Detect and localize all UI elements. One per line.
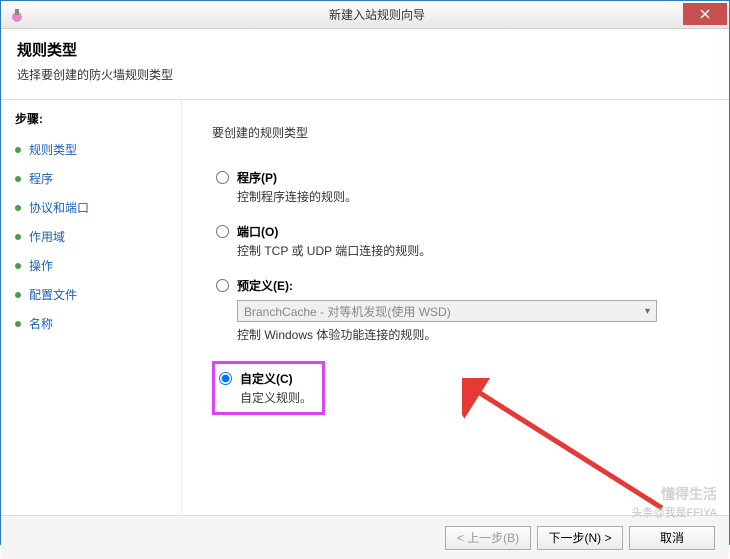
radio-program[interactable] xyxy=(216,171,229,184)
option-predefined: 预定义(E): BranchCache - 对等机发现(使用 WSD) ▾ 控制… xyxy=(216,277,699,343)
bullet-icon xyxy=(15,321,21,327)
step-rule-type[interactable]: 规则类型 xyxy=(1,135,181,164)
next-button[interactable]: 下一步(N) > xyxy=(537,526,623,550)
step-scope[interactable]: 作用域 xyxy=(1,222,181,251)
step-name[interactable]: 名称 xyxy=(1,309,181,338)
desc-program: 控制程序连接的规则。 xyxy=(237,188,699,205)
rule-type-options: 程序(P) 控制程序连接的规则。 端口(O) 控制 TCP 或 UDP 端口连接… xyxy=(216,169,699,415)
wizard-body: 步骤: 规则类型 程序 协议和端口 作用域 操作 配置文件 名称 要创建的规则类… xyxy=(1,100,729,515)
radio-predefined[interactable] xyxy=(216,279,229,292)
desc-port: 控制 TCP 或 UDP 端口连接的规则。 xyxy=(237,242,699,259)
predefined-dropdown[interactable]: BranchCache - 对等机发现(使用 WSD) ▾ xyxy=(237,300,657,322)
wizard-header: 规则类型 选择要创建的防火墙规则类型 xyxy=(1,29,729,100)
bullet-icon xyxy=(15,292,21,298)
cancel-button[interactable]: 取消 xyxy=(629,526,715,550)
label-port: 端口(O) xyxy=(237,223,278,240)
step-program[interactable]: 程序 xyxy=(1,164,181,193)
bullet-icon xyxy=(15,205,21,211)
wizard-window: 新建入站规则向导 规则类型 选择要创建的防火墙规则类型 步骤: 规则类型 程序 … xyxy=(0,0,730,545)
bullet-icon xyxy=(15,176,21,182)
close-button[interactable] xyxy=(683,3,727,25)
bullet-icon xyxy=(15,263,21,269)
option-program: 程序(P) 控制程序连接的规则。 xyxy=(216,169,699,205)
back-button[interactable]: < 上一步(B) xyxy=(445,526,531,550)
step-profile[interactable]: 配置文件 xyxy=(1,280,181,309)
window-title: 新建入站规则向导 xyxy=(25,6,729,23)
radio-port[interactable] xyxy=(216,225,229,238)
titlebar: 新建入站规则向导 xyxy=(1,1,729,29)
wizard-footer: < 上一步(B) 下一步(N) > 取消 xyxy=(1,515,729,559)
label-custom: 自定义(C) xyxy=(240,370,293,387)
steps-heading: 步骤: xyxy=(1,106,181,135)
desc-custom: 自定义规则。 xyxy=(240,389,312,406)
highlight-annotation: 自定义(C) 自定义规则。 xyxy=(212,361,325,415)
label-predefined: 预定义(E): xyxy=(237,277,293,294)
option-port: 端口(O) 控制 TCP 或 UDP 端口连接的规则。 xyxy=(216,223,699,259)
app-icon xyxy=(9,7,25,23)
bullet-icon xyxy=(15,234,21,240)
chevron-down-icon: ▾ xyxy=(645,306,650,317)
step-action[interactable]: 操作 xyxy=(1,251,181,280)
dropdown-value: BranchCache - 对等机发现(使用 WSD) xyxy=(244,303,451,320)
steps-sidebar: 步骤: 规则类型 程序 协议和端口 作用域 操作 配置文件 名称 xyxy=(1,100,181,515)
step-protocol-ports[interactable]: 协议和端口 xyxy=(1,193,181,222)
bullet-icon xyxy=(15,147,21,153)
option-custom: 自定义(C) 自定义规则。 xyxy=(216,361,699,415)
radio-custom[interactable] xyxy=(219,372,232,385)
page-title: 规则类型 xyxy=(17,39,713,60)
desc-predefined: 控制 Windows 体验功能连接的规则。 xyxy=(237,326,699,343)
label-program: 程序(P) xyxy=(237,169,277,186)
content-panel: 要创建的规则类型 程序(P) 控制程序连接的规则。 端口(O) 控制 TCP 或… xyxy=(181,100,729,515)
page-subtitle: 选择要创建的防火墙规则类型 xyxy=(17,66,713,83)
content-heading: 要创建的规则类型 xyxy=(212,124,699,141)
